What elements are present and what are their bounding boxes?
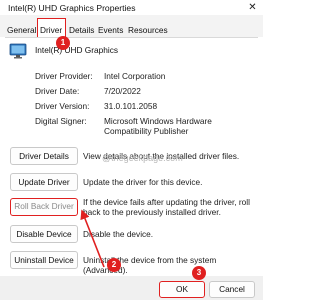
annotation-arrows bbox=[80, 209, 105, 268]
arrow-to-roll-back bbox=[80, 209, 105, 268]
step-badge-2: 2 bbox=[107, 258, 121, 272]
step-badge-3: 3 bbox=[192, 266, 206, 280]
step-badge-1: 1 bbox=[56, 36, 70, 50]
